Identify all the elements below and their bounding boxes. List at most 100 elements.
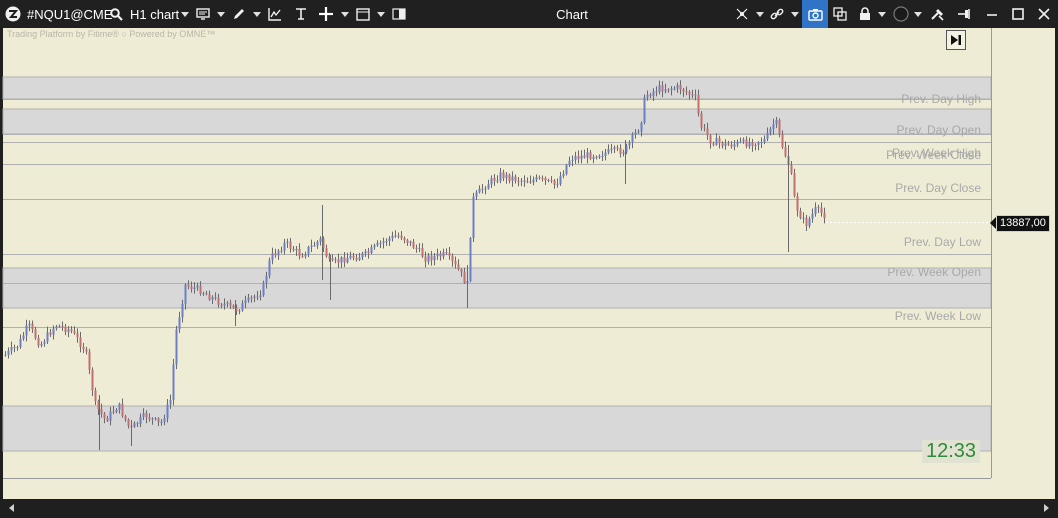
candle-body [394, 235, 397, 237]
candle-body [133, 423, 136, 427]
candle-body [208, 294, 211, 300]
candle-body [112, 411, 115, 413]
candle-body [58, 325, 61, 327]
candle-body [4, 354, 7, 356]
candle-body [28, 323, 31, 326]
level-label-prev-day-close: Prev. Day Close [895, 181, 981, 195]
candle-body [175, 329, 178, 365]
candle-body [145, 413, 148, 418]
candle-body [748, 142, 751, 147]
candle-body [334, 259, 337, 261]
candle-body [727, 143, 730, 145]
candle-body [325, 248, 328, 257]
candle-body [70, 329, 73, 331]
candle-body [229, 302, 232, 306]
candle-body [805, 217, 808, 227]
candle-body [247, 297, 250, 301]
candle-body [730, 144, 733, 147]
candle-body [415, 247, 418, 249]
skip-to-end-icon [951, 35, 961, 45]
candle-body [76, 333, 79, 338]
candle-body [181, 303, 184, 318]
candle-body [439, 253, 442, 257]
candle-body [643, 97, 646, 123]
candle-body [424, 256, 427, 262]
candle-body [499, 172, 502, 181]
horizontal-scrollbar[interactable] [0, 499, 1058, 518]
candle-body [757, 142, 760, 145]
candle-body [766, 132, 769, 139]
candle-body [7, 350, 10, 355]
candle-body [19, 338, 22, 348]
candle-body [118, 403, 121, 410]
candle-body [637, 131, 640, 133]
candle-body [709, 135, 712, 144]
candle-body [811, 213, 814, 219]
candle-body [514, 176, 517, 181]
candle-body [454, 261, 457, 265]
candle-body [274, 253, 277, 256]
candle-body [610, 148, 613, 150]
candle-body [445, 252, 448, 254]
candle-body [616, 147, 619, 149]
candle-body [469, 237, 472, 282]
candle-body [541, 177, 544, 179]
candle-body [205, 293, 208, 295]
watermark: Trading Platform by Fitime® ○ Powered by… [7, 29, 216, 39]
candle-body [820, 207, 823, 213]
candle-body [481, 188, 484, 190]
candle-body [427, 255, 430, 262]
candle-body [688, 92, 691, 95]
candle-body [421, 248, 424, 257]
candle-body [211, 297, 214, 300]
candle-body [652, 91, 655, 97]
candle-body [100, 409, 103, 414]
candle-body [802, 217, 805, 219]
candle-body [154, 418, 157, 420]
candle-body [340, 257, 343, 263]
candle-body [433, 255, 436, 261]
candle-body [61, 325, 64, 327]
candle-body [502, 172, 505, 179]
scroll-left-icon[interactable] [9, 504, 14, 512]
candle-body [160, 422, 163, 424]
candle-body [283, 242, 286, 251]
level-label-prev-day-low: Prev. Day Low [903, 235, 981, 249]
skip-to-end-button[interactable] [946, 30, 966, 50]
candle-body [718, 138, 721, 143]
scroll-right-icon[interactable] [1044, 504, 1049, 512]
candle-body [391, 235, 394, 239]
candle-body [178, 317, 181, 330]
candle-body [685, 91, 688, 93]
candle-body [304, 254, 307, 257]
candle-body [772, 124, 775, 129]
candle-body [601, 155, 604, 157]
candle-body [628, 142, 631, 146]
candle-body [640, 122, 643, 132]
candle-body [136, 423, 139, 425]
chart-window: #NQU1@CME H1 chart Chart Trading Platfor… [0, 0, 1058, 518]
candle-body [142, 413, 145, 417]
candle-body [559, 176, 562, 185]
candle-body [106, 418, 109, 421]
candle-body [796, 196, 799, 211]
candle-body [187, 284, 190, 287]
candle-body [379, 242, 382, 244]
candle-body [295, 248, 298, 251]
candle-body [508, 174, 511, 181]
candle-body [475, 192, 478, 197]
candle-body [43, 341, 46, 345]
candle-body [64, 326, 67, 332]
candle-body [349, 255, 352, 259]
candle-body [289, 241, 292, 249]
candle-body [664, 89, 667, 92]
candle-body [88, 351, 91, 370]
candle-body [583, 155, 586, 158]
candle-body [253, 296, 256, 298]
candle-body [511, 176, 514, 181]
candle-body [199, 285, 202, 294]
candle-body [814, 207, 817, 214]
candle-body [244, 300, 247, 304]
candle-body [412, 241, 415, 248]
chart-canvas[interactable] [0, 0, 1058, 518]
